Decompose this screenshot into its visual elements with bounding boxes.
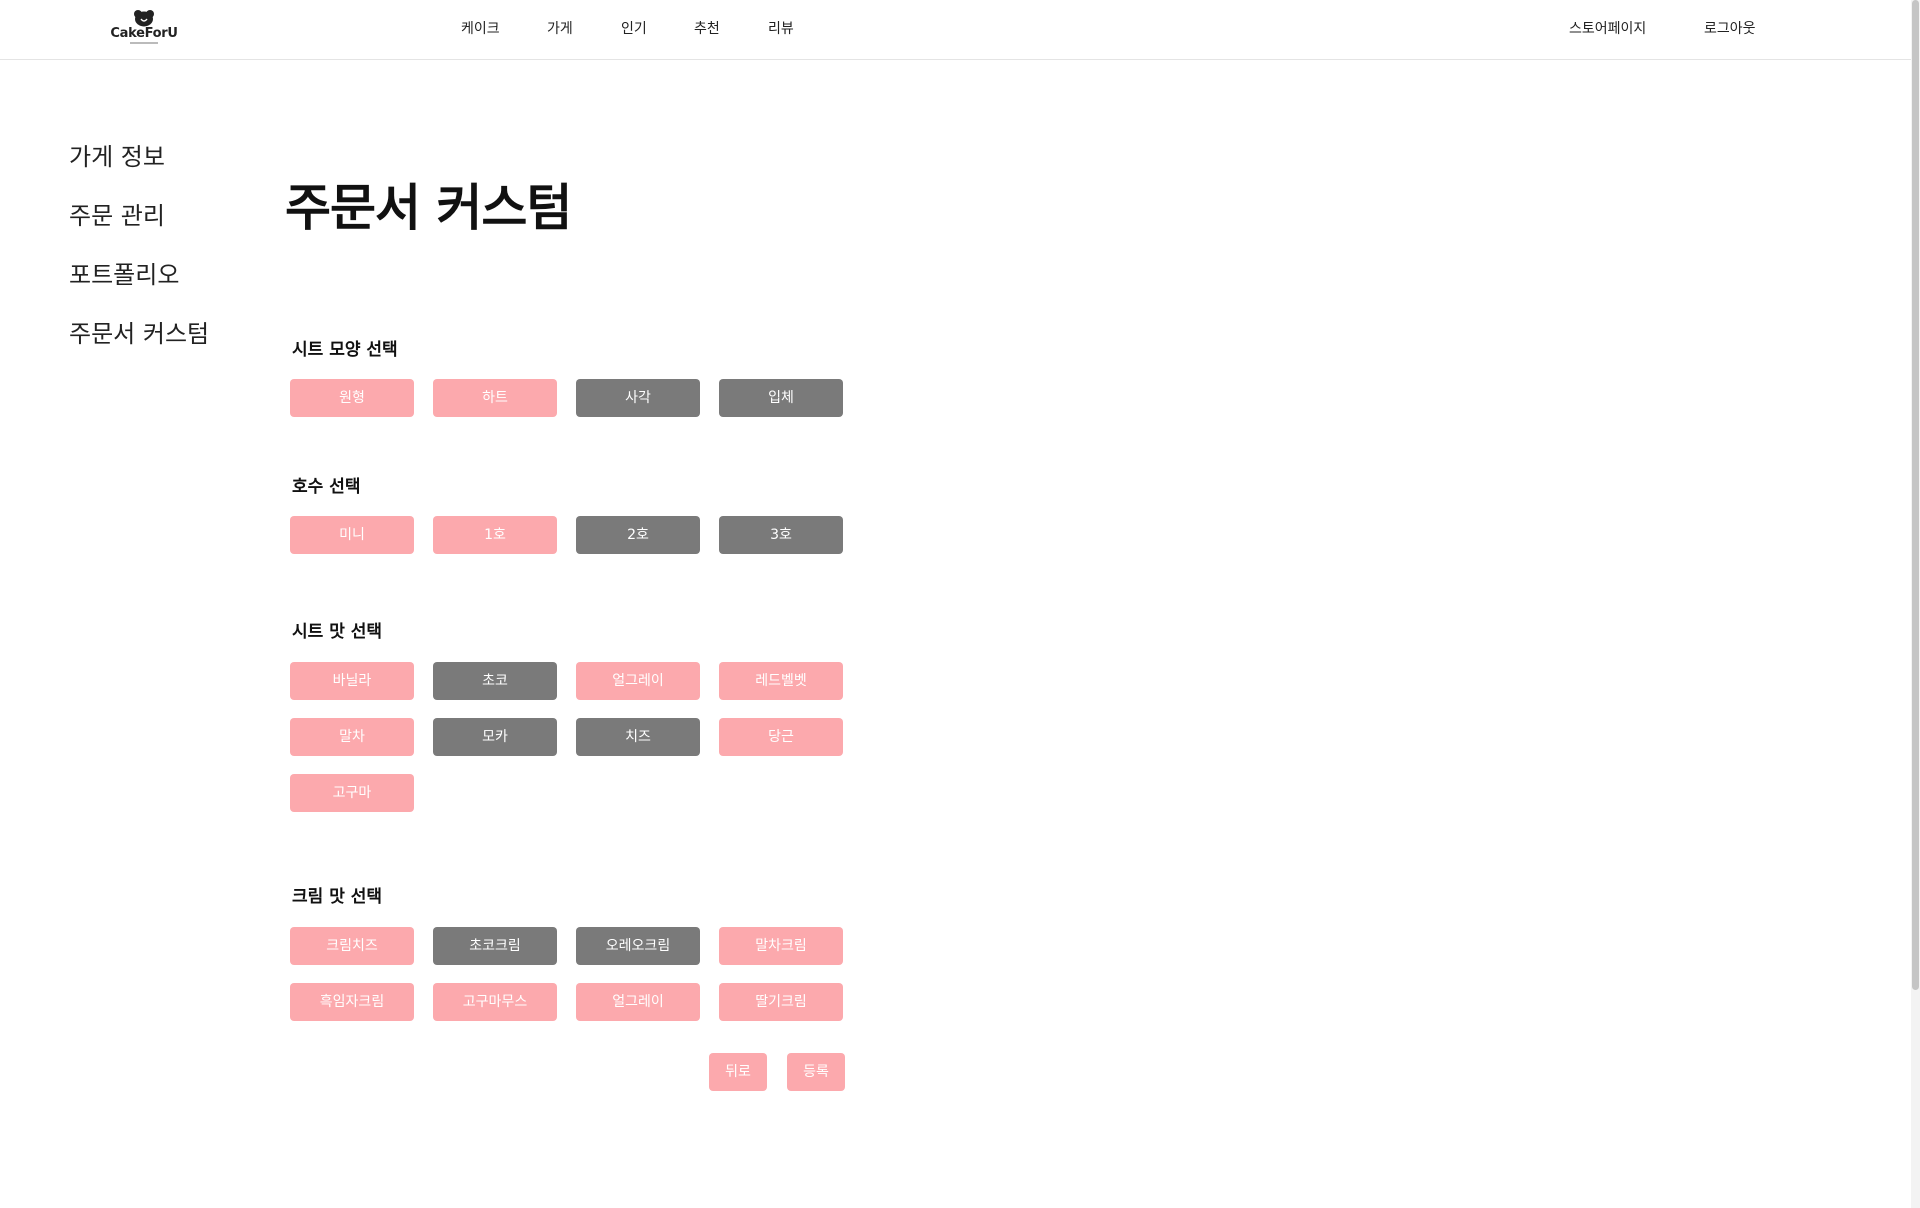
section-title-sheet-flavor: 시트 맛 선택 (292, 622, 383, 642)
option-button[interactable]: 고구마무스 (433, 983, 557, 1021)
cake-logo-icon (134, 10, 154, 27)
option-button[interactable]: 오레오크림 (576, 927, 700, 965)
option-button[interactable]: 초코 (433, 662, 557, 700)
option-button[interactable]: 1호 (433, 516, 557, 554)
option-button[interactable]: 딸기크림 (719, 983, 843, 1021)
option-button[interactable]: 모카 (433, 718, 557, 756)
option-button[interactable]: 원형 (290, 379, 414, 417)
sidebar-item-store-info[interactable]: 가게 정보 (69, 141, 165, 173)
logo-text: CakeForU (110, 26, 178, 41)
nav-review[interactable]: 리뷰 (768, 18, 794, 40)
submit-button[interactable]: 등록 (787, 1053, 845, 1091)
option-button[interactable]: 당근 (719, 718, 843, 756)
option-button[interactable]: 입체 (719, 379, 843, 417)
option-button[interactable]: 치즈 (576, 718, 700, 756)
nav-cake[interactable]: 케이크 (461, 18, 500, 40)
option-button[interactable]: 레드벨벳 (719, 662, 843, 700)
option-button[interactable]: 사각 (576, 379, 700, 417)
sidebar-item-portfolio[interactable]: 포트폴리오 (69, 259, 179, 291)
option-button[interactable]: 흑임자크림 (290, 983, 414, 1021)
option-button[interactable]: 고구마 (290, 774, 414, 812)
logout-link[interactable]: 로그아웃 (1704, 18, 1756, 40)
option-button[interactable]: 하트 (433, 379, 557, 417)
option-button[interactable]: 미니 (290, 516, 414, 554)
option-button[interactable]: 크림치즈 (290, 927, 414, 965)
logo-tagline-mark (130, 42, 158, 44)
sidebar-item-order-management[interactable]: 주문 관리 (69, 200, 165, 232)
section-title-sheet-shape: 시트 모양 선택 (292, 340, 398, 360)
section-title-cream-flavor: 크림 맛 선택 (292, 887, 383, 907)
option-button[interactable]: 얼그레이 (576, 983, 700, 1021)
option-button[interactable]: 말차크림 (719, 927, 843, 965)
page-title: 주문서 커스텀 (285, 179, 572, 237)
back-button[interactable]: 뒤로 (709, 1053, 767, 1091)
option-button[interactable]: 2호 (576, 516, 700, 554)
top-navbar: CakeForU 케이크 가게 인기 추천 리뷰 스토어페이지 로그아웃 (0, 0, 1920, 60)
logo[interactable]: CakeForU (108, 10, 180, 50)
nav-popular[interactable]: 인기 (621, 18, 647, 40)
store-page-link[interactable]: 스토어페이지 (1569, 18, 1646, 40)
option-button[interactable]: 바닐라 (290, 662, 414, 700)
sidebar-item-order-form-custom[interactable]: 주문서 커스텀 (69, 318, 209, 350)
section-title-size: 호수 선택 (292, 477, 361, 497)
option-button[interactable]: 얼그레이 (576, 662, 700, 700)
nav-recommend[interactable]: 추천 (694, 18, 720, 40)
scrollbar-track[interactable] (1911, 0, 1920, 1208)
nav-store[interactable]: 가게 (547, 18, 573, 40)
option-button[interactable]: 초코크림 (433, 927, 557, 965)
option-button[interactable]: 3호 (719, 516, 843, 554)
scrollbar-thumb[interactable] (1912, 0, 1919, 990)
option-button[interactable]: 말차 (290, 718, 414, 756)
